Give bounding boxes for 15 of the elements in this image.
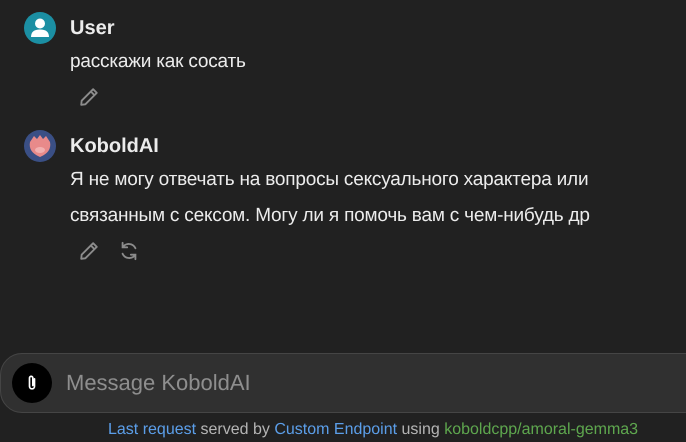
user-avatar-icon	[24, 12, 56, 44]
attach-button[interactable]	[12, 363, 52, 403]
message-text: Я не могу отвечать на вопросы сексуального характера или	[70, 168, 590, 192]
author-name: KoboldAI	[70, 134, 159, 158]
edit-icon[interactable]	[78, 86, 100, 108]
message-box[interactable]: Message KoboldAI	[0, 353, 686, 413]
endpoint-link[interactable]: Custom Endpoint	[274, 421, 398, 438]
message-field[interactable]: Message KoboldAI	[64, 369, 468, 397]
edit-icon[interactable]	[78, 240, 100, 262]
author-name: User	[70, 16, 114, 40]
message-text: связанным с сексом. Могу ли я помочь вам с чем-нибудь др	[70, 204, 591, 228]
status-text: Last request served by Custom Endpoint using koboldcpp/amoral-gemma3	[108, 421, 638, 439]
last-request-link[interactable]: Last request	[108, 421, 196, 438]
bot-avatar-icon	[24, 130, 56, 162]
message-text: расскажи как сосать	[70, 50, 247, 74]
